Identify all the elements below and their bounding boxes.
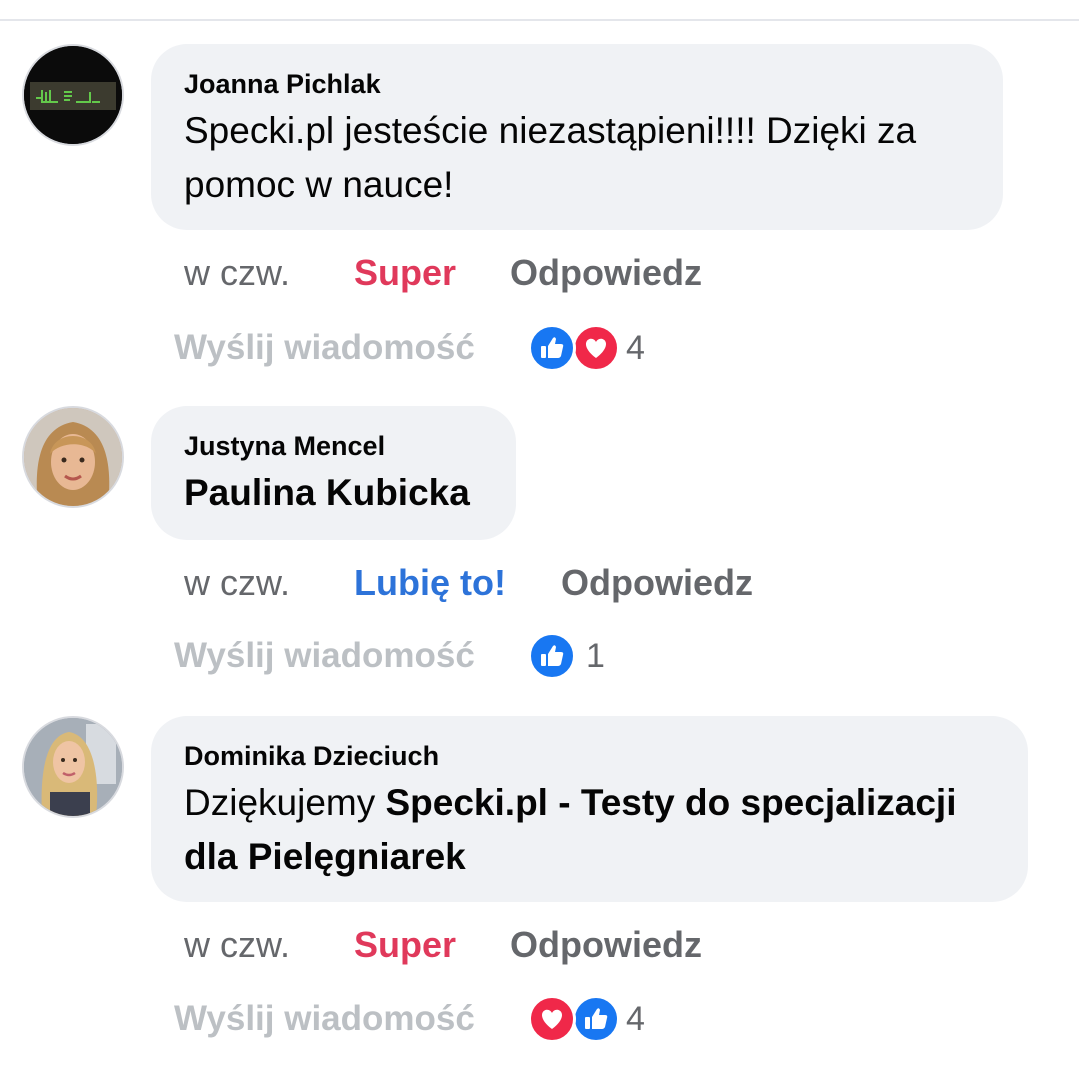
love-icon [572, 324, 620, 372]
reaction-button[interactable]: Lubię to! [354, 563, 506, 603]
avatar[interactable] [22, 716, 124, 818]
comment-time[interactable]: w czw. [184, 925, 290, 965]
reply-button[interactable]: Odpowiedz [510, 253, 702, 293]
comment-bubble: Justyna Mencel Paulina Kubicka [151, 406, 516, 540]
comment-time[interactable]: w czw. [184, 253, 290, 293]
comment-bubble: Dominika Dzieciuch Dziękujemy Specki.pl … [151, 716, 1028, 902]
reply-button[interactable]: Odpowiedz [510, 925, 702, 965]
comment-time[interactable]: w czw. [184, 563, 290, 603]
avatar[interactable] [22, 44, 124, 146]
reaction-button[interactable]: Super [354, 253, 456, 293]
comment-meta: Wyślij wiadomość 4 [174, 324, 674, 372]
comment-actions: w czw. Super Odpowiedz [184, 925, 744, 965]
comment-mention[interactable]: Paulina Kubicka [184, 466, 483, 520]
send-message-link[interactable]: Wyślij wiadomość [174, 997, 475, 1041]
avatar[interactable] [22, 406, 124, 508]
reaction-button[interactable]: Super [354, 925, 456, 965]
love-icon [528, 995, 576, 1043]
avatar-image [24, 408, 122, 506]
send-message-link[interactable]: Wyślij wiadomość [174, 634, 475, 678]
reaction-count[interactable]: 4 [626, 997, 645, 1041]
reply-button[interactable]: Odpowiedz [561, 563, 753, 603]
like-icon [528, 324, 576, 372]
comment-meta: Wyślij wiadomość 1 [174, 632, 674, 680]
comment-bubble: Joanna Pichlak Specki.pl jesteście nieza… [151, 44, 1003, 230]
comment-text-prefix: Dziękujemy [184, 782, 386, 823]
avatar-image [24, 46, 122, 144]
reaction-count[interactable]: 1 [586, 634, 605, 678]
top-divider [0, 19, 1079, 21]
reaction-count[interactable]: 4 [626, 326, 645, 370]
comment-text: Dziękujemy Specki.pl - Testy do specjali… [184, 776, 995, 884]
comment-author[interactable]: Dominika Dzieciuch [184, 740, 995, 772]
send-message-link[interactable]: Wyślij wiadomość [174, 326, 475, 370]
comment-meta: Wyślij wiadomość 4 [174, 995, 674, 1043]
comment-actions: w czw. Lubię to! Odpowiedz [184, 563, 784, 603]
avatar-image [24, 718, 122, 816]
like-icon [528, 632, 576, 680]
like-icon [572, 995, 620, 1043]
comment-actions: w czw. Super Odpowiedz [184, 253, 744, 293]
comment-author[interactable]: Joanna Pichlak [184, 68, 970, 100]
comment-text: Specki.pl jesteście niezastąpieni!!!! Dz… [184, 110, 917, 205]
comment-author[interactable]: Justyna Mencel [184, 430, 483, 462]
